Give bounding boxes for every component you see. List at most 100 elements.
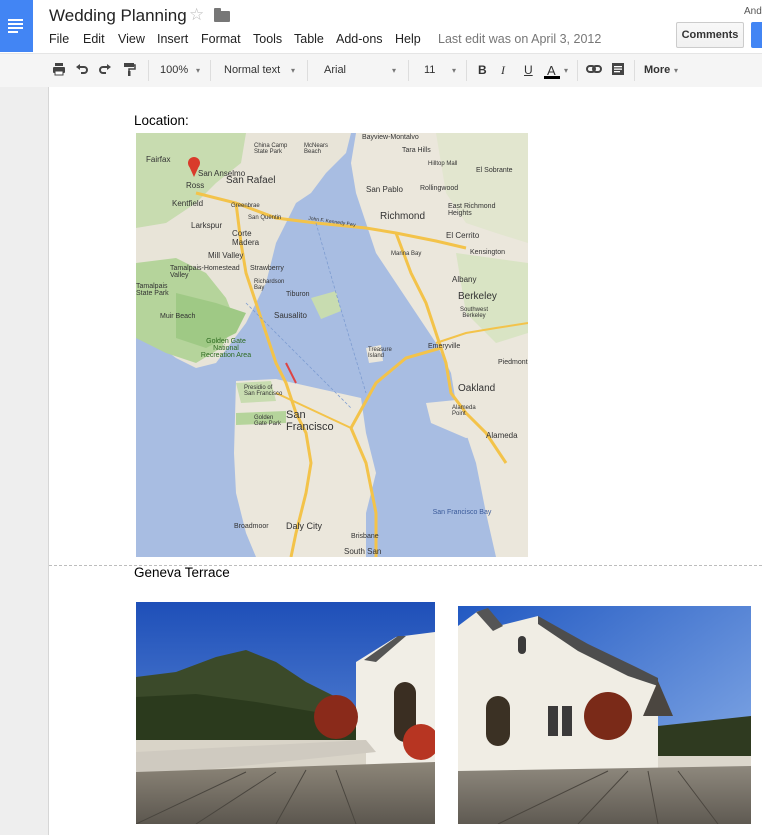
map-label: San Francisco bbox=[286, 409, 334, 433]
map-label: Broadmoor bbox=[234, 523, 269, 530]
map-label: Piedmont bbox=[498, 359, 528, 366]
map-label: Albany bbox=[452, 275, 477, 284]
map-label: Muir Beach bbox=[160, 313, 196, 320]
user-name[interactable]: Andr bbox=[744, 6, 762, 17]
docs-home-icon[interactable] bbox=[0, 0, 33, 52]
zoom-value: 100% bbox=[160, 64, 189, 76]
chevron-down-icon: ▾ bbox=[564, 66, 569, 75]
menu-format[interactable]: Format bbox=[201, 32, 241, 46]
venue-photo-building[interactable] bbox=[458, 606, 751, 824]
menu-insert[interactable]: Insert bbox=[157, 32, 188, 46]
map-label: El Cerrito bbox=[446, 231, 480, 240]
map-label: Rollingwood bbox=[420, 185, 459, 192]
map-label: Oakland bbox=[458, 383, 496, 394]
chevron-down-icon: ▾ bbox=[196, 66, 201, 75]
map-label: Berkeley bbox=[458, 291, 497, 302]
map-label: Golden Gate National Recreation Area bbox=[200, 338, 252, 359]
map-label: Richardson Bay bbox=[254, 279, 285, 291]
map-label: Sausalito bbox=[274, 311, 307, 320]
star-icon[interactable]: ☆ bbox=[189, 5, 204, 25]
link-icon[interactable] bbox=[586, 62, 602, 78]
venue-photo-terrace[interactable] bbox=[136, 602, 435, 824]
map-label: Alameda Point bbox=[452, 405, 476, 417]
toolbar: 100% ▾ Normal text ▾ Arial ▾ 11 ▾ B I U … bbox=[0, 53, 762, 88]
italic-button[interactable]: I bbox=[501, 54, 505, 87]
map-label: Kentfield bbox=[172, 199, 204, 208]
redo-icon[interactable] bbox=[97, 62, 113, 78]
menu-edit[interactable]: Edit bbox=[83, 32, 105, 46]
map-label: Strawberry bbox=[250, 265, 284, 272]
document-title[interactable]: Wedding Planning bbox=[49, 6, 187, 26]
map-label: San Quentin bbox=[248, 215, 282, 221]
chevron-down-icon: ▾ bbox=[452, 66, 457, 75]
font-select[interactable]: Arial bbox=[324, 54, 346, 87]
map-label: South San bbox=[344, 547, 382, 556]
paint-format-icon[interactable] bbox=[121, 62, 137, 78]
more-button[interactable]: More bbox=[644, 54, 670, 87]
menu-tools[interactable]: Tools bbox=[253, 32, 282, 46]
text-color-button[interactable]: A bbox=[547, 54, 556, 87]
map-label: Daly City bbox=[286, 521, 323, 531]
map-label: Tara Hills bbox=[402, 147, 431, 154]
map-graphic bbox=[136, 133, 528, 557]
menu-file[interactable]: File bbox=[49, 32, 69, 46]
map-label: Corte Madera bbox=[232, 229, 260, 247]
map-label: Tiburon bbox=[286, 291, 310, 298]
style-select[interactable]: Normal text bbox=[224, 54, 280, 87]
underline-button[interactable]: U bbox=[524, 54, 533, 87]
map-label: San Rafael bbox=[226, 175, 276, 186]
map-label: Presidio of San Francisco bbox=[244, 385, 283, 397]
map-label: China Camp State Park bbox=[254, 143, 288, 155]
comment-icon[interactable] bbox=[610, 62, 626, 78]
menu-addons[interactable]: Add-ons bbox=[336, 32, 383, 46]
map-label: McNears Beach bbox=[304, 143, 329, 155]
venue-photo-building-graphic bbox=[458, 606, 751, 824]
map-label: Fairfax bbox=[146, 155, 171, 164]
map-label: Ross bbox=[186, 181, 205, 190]
map-label: East Richmond Heights bbox=[448, 203, 496, 217]
map-label: Marina Bay bbox=[391, 251, 422, 257]
map-label: San Pablo bbox=[366, 185, 403, 194]
folder-icon[interactable] bbox=[214, 8, 230, 22]
map-label: Southwest Berkeley bbox=[459, 307, 489, 319]
venue-photo-terrace-graphic bbox=[136, 602, 435, 824]
bold-button[interactable]: B bbox=[478, 54, 487, 87]
zoom-select[interactable]: 100% bbox=[160, 54, 188, 87]
chevron-down-icon: ▾ bbox=[392, 66, 397, 75]
chevron-down-icon: ▾ bbox=[674, 66, 679, 75]
menu-table[interactable]: Table bbox=[294, 32, 324, 46]
location-map-image[interactable]: Fairfax San Anselmo Ross San Rafael Kent… bbox=[136, 133, 528, 557]
map-label: Greenbrae bbox=[231, 203, 260, 209]
menu-help[interactable]: Help bbox=[395, 32, 421, 46]
comments-button[interactable]: Comments bbox=[676, 22, 744, 48]
map-label: Alameda bbox=[486, 431, 518, 440]
font-value: Arial bbox=[324, 64, 347, 76]
print-icon[interactable] bbox=[51, 62, 67, 78]
last-edit-link[interactable]: Last edit was on April 3, 2012 bbox=[438, 32, 601, 46]
map-label: Treasure Island bbox=[368, 347, 392, 359]
map-label: El Sobrante bbox=[476, 167, 513, 174]
map-label: Mill Valley bbox=[208, 251, 244, 260]
venue-label[interactable]: Geneva Terrace bbox=[134, 565, 230, 580]
undo-icon[interactable] bbox=[74, 62, 90, 78]
share-button[interactable] bbox=[751, 22, 762, 48]
map-label: Brisbane bbox=[351, 533, 379, 540]
font-size-value: 11 bbox=[424, 64, 436, 76]
chevron-down-icon: ▾ bbox=[291, 66, 296, 75]
map-label: Kensington bbox=[470, 249, 506, 256]
map-label: Tamalpais-Homestead Valley bbox=[170, 265, 240, 279]
vertical-ruler bbox=[0, 87, 49, 835]
map-label: Larkspur bbox=[191, 221, 223, 230]
map-label: Bayview-Montalvo bbox=[362, 134, 419, 141]
map-label: San Francisco Bay bbox=[432, 509, 492, 516]
menu-view[interactable]: View bbox=[118, 32, 145, 46]
text-color-swatch bbox=[544, 76, 560, 79]
map-label: Golden Gate Park bbox=[254, 415, 282, 427]
map-label: Hilltop Mall bbox=[428, 161, 458, 167]
app-header: Wedding Planning ☆ File Edit View Insert… bbox=[0, 0, 762, 53]
map-label: Tamalpais State Park bbox=[136, 283, 169, 297]
map-label: Richmond bbox=[380, 211, 426, 222]
style-value: Normal text bbox=[224, 64, 281, 76]
font-size-select[interactable]: 11 bbox=[424, 54, 435, 87]
location-label[interactable]: Location: bbox=[134, 113, 189, 128]
